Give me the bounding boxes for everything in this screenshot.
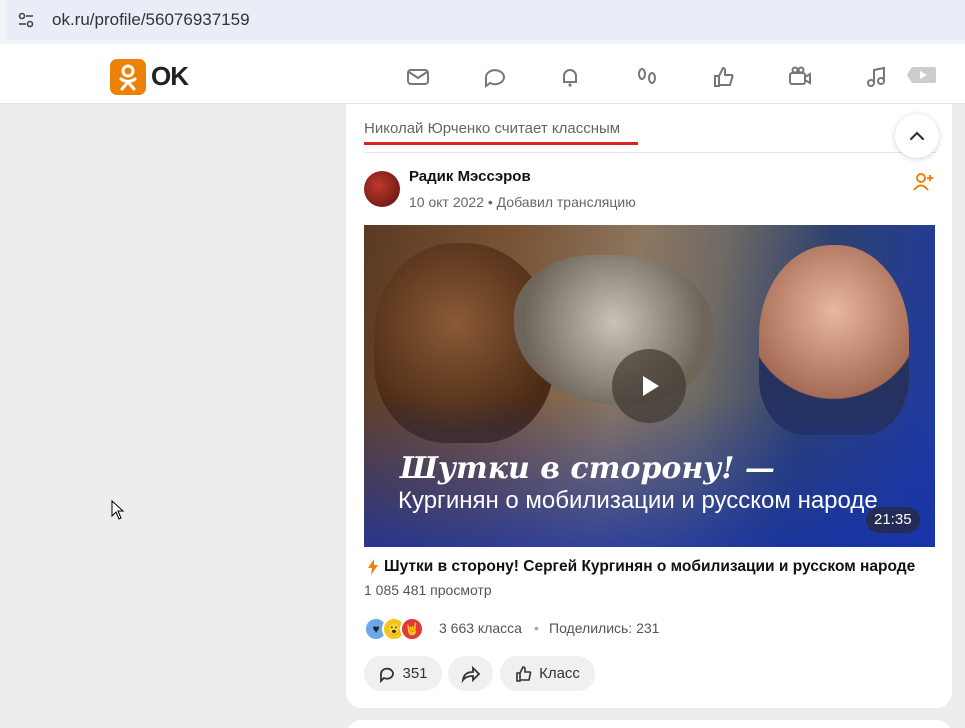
site-settings-icon[interactable] — [16, 10, 36, 30]
next-feed-card — [346, 720, 952, 728]
reaction-rock-icon: 🤘 — [400, 617, 424, 641]
url-text[interactable]: ok.ru/profile/56076937159 — [52, 10, 250, 30]
share-button[interactable] — [448, 656, 493, 691]
music-icon[interactable] — [864, 64, 890, 90]
meta-separator: • — [487, 194, 497, 210]
video-overlay-subtitle: Кургинян о мобилизации и русском народе — [398, 487, 878, 514]
thumb-up-icon — [516, 665, 532, 682]
like-button[interactable]: Класс — [500, 656, 595, 691]
play-triangle-icon — [643, 376, 659, 396]
author-avatar[interactable] — [364, 171, 400, 207]
video-views: 1 085 481 просмотр — [364, 582, 492, 598]
post-action: Добавил трансляцию — [496, 194, 636, 210]
post-date[interactable]: 10 окт 2022 — [409, 194, 484, 210]
video-player[interactable]: Шутки в сторону! — Кургинян о мобилизаци… — [364, 225, 935, 547]
site-header: OK — [0, 44, 965, 104]
video-camera-icon[interactable] — [787, 64, 813, 90]
comment-icon — [380, 667, 395, 683]
feed-card: Николай Юрченко считает классным Радик М… — [346, 104, 952, 708]
logo-text[interactable]: OK — [151, 61, 189, 92]
feed-reason[interactable]: Николай Юрченко считает классным — [364, 120, 620, 137]
video-title-link[interactable]: Шутки в сторону! Сергей Кургинян о мобил… — [368, 558, 915, 576]
like-icon[interactable] — [711, 64, 737, 90]
comments-button[interactable]: 351 — [364, 656, 442, 691]
video-overlay-title: Шутки в сторону! — — [400, 451, 775, 486]
chevron-up-icon — [909, 131, 925, 141]
post-author[interactable]: Радик Мэссэров — [409, 168, 531, 185]
post-meta: 10 окт 2022 • Добавил трансляцию — [409, 194, 636, 210]
add-friend-icon[interactable] — [912, 171, 934, 193]
play-icon[interactable] — [906, 62, 938, 88]
divider — [364, 152, 936, 153]
share-arrow-icon — [461, 665, 480, 683]
play-button[interactable] — [612, 349, 686, 423]
dot-separator: • — [534, 620, 539, 636]
reaction-icons[interactable]: ♥ 😮 🤘 — [364, 616, 424, 642]
reason-underline — [364, 142, 638, 145]
video-title[interactable]: Шутки в сторону! Сергей Кургинян о мобил… — [384, 558, 915, 576]
reactions-count[interactable]: 3 663 класса — [439, 620, 522, 636]
shares-count[interactable]: Поделились: 231 — [549, 620, 659, 636]
bell-icon[interactable] — [557, 64, 583, 90]
collapse-button[interactable] — [895, 114, 939, 158]
mouse-cursor-icon — [111, 500, 125, 520]
video-duration: 21:35 — [866, 507, 920, 533]
comments-count: 351 — [402, 665, 428, 682]
like-label: Класс — [539, 665, 580, 682]
browser-url-bar: ok.ru/profile/56076937159 — [0, 0, 965, 44]
ok-logo-icon[interactable] — [110, 59, 146, 95]
footprints-icon[interactable] — [634, 64, 660, 90]
lightning-icon — [368, 559, 378, 575]
mail-icon[interactable] — [405, 64, 431, 90]
chat-icon[interactable] — [481, 64, 507, 90]
